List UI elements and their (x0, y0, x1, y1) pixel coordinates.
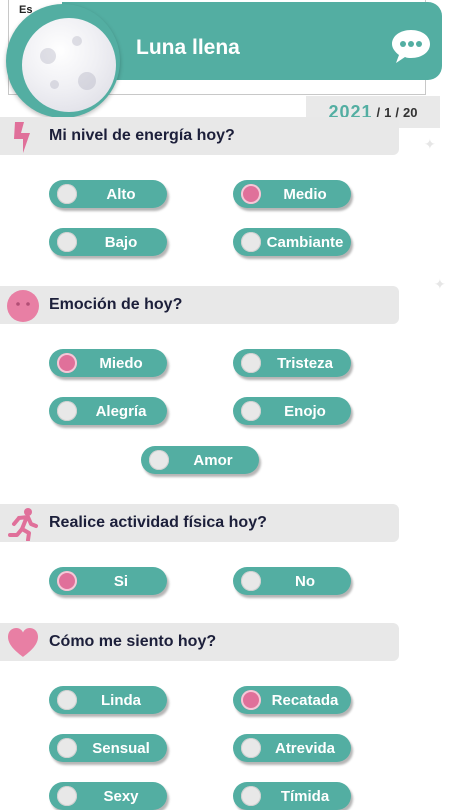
option-miedo[interactable]: Miedo (49, 349, 167, 377)
radio-indicator-selected (57, 353, 77, 373)
section-activity: Realice actividad física hoy? (0, 504, 399, 542)
question-feeling: Cómo me siento hoy? (49, 633, 217, 650)
option-timida[interactable]: Tímida (233, 782, 351, 810)
option-sensual[interactable]: Sensual (49, 734, 167, 762)
option-label: Bajo (104, 234, 138, 251)
radio-indicator (241, 232, 261, 252)
option-label: Miedo (99, 355, 143, 372)
heart-icon (8, 628, 38, 657)
option-label: Enojo (284, 403, 326, 420)
lightning-icon (14, 122, 30, 153)
option-label: No (295, 573, 315, 590)
option-label: Alto (106, 186, 136, 203)
option-alegria[interactable]: Alegría (49, 397, 167, 425)
radio-indicator (241, 571, 261, 591)
radio-indicator-selected (241, 184, 261, 204)
neutral-face-icon (7, 290, 39, 322)
section-emotion: Emoción de hoy? (0, 286, 399, 324)
radio-indicator (57, 690, 77, 710)
sparkle-icon: ✦ (434, 276, 446, 292)
option-label: Linda (101, 692, 141, 709)
option-label: Sexy (103, 788, 139, 805)
option-recatada[interactable]: Recatada (233, 686, 351, 714)
option-linda[interactable]: Linda (49, 686, 167, 714)
option-label: Tímida (280, 788, 330, 805)
option-label: Cambiante (266, 234, 344, 251)
option-atrevida[interactable]: Atrevida (233, 734, 351, 762)
radio-indicator (57, 786, 77, 806)
option-si[interactable]: Si (49, 567, 167, 595)
date-day: 20 (403, 104, 418, 120)
radio-indicator (57, 232, 77, 252)
option-label: Tristeza (277, 355, 333, 372)
chat-bubble-icon[interactable] (390, 26, 432, 66)
option-label: Sensual (92, 740, 150, 757)
radio-indicator (57, 401, 77, 421)
radio-indicator (241, 401, 261, 421)
option-label: Atrevida (274, 740, 336, 757)
option-label: Alegría (95, 403, 147, 420)
radio-indicator (57, 184, 77, 204)
option-enojo[interactable]: Enojo (233, 397, 351, 425)
radio-indicator (241, 738, 261, 758)
option-cambiante[interactable]: Cambiante (233, 228, 351, 256)
radio-indicator (57, 738, 77, 758)
moon-avatar (6, 4, 120, 118)
radio-indicator (241, 786, 261, 806)
page-title: Luna llena (136, 36, 240, 59)
option-label: Amor (193, 452, 233, 469)
option-alto[interactable]: Alto (49, 180, 167, 208)
question-energy: Mi nivel de energía hoy? (49, 127, 235, 144)
option-label: Medio (283, 186, 327, 203)
option-medio[interactable]: Medio (233, 180, 351, 208)
question-activity: Realice actividad física hoy? (49, 514, 267, 531)
radio-indicator (149, 450, 169, 470)
full-moon-icon (22, 18, 116, 112)
question-emotion: Emoción de hoy? (49, 296, 183, 313)
radio-indicator-selected (241, 690, 261, 710)
option-amor[interactable]: Amor (141, 446, 259, 474)
section-feeling: Cómo me siento hoy? (0, 623, 399, 661)
radio-indicator (241, 353, 261, 373)
section-energy: Mi nivel de energía hoy? (0, 117, 399, 155)
option-label: Si (113, 573, 129, 590)
option-label: Recatada (271, 692, 339, 709)
radio-indicator-selected (57, 571, 77, 591)
option-tristeza[interactable]: Tristeza (233, 349, 351, 377)
sparkle-icon: ✦ (424, 136, 436, 152)
running-person-icon (8, 508, 38, 541)
option-sexy[interactable]: Sexy (49, 782, 167, 810)
option-no[interactable]: No (233, 567, 351, 595)
option-bajo[interactable]: Bajo (49, 228, 167, 256)
